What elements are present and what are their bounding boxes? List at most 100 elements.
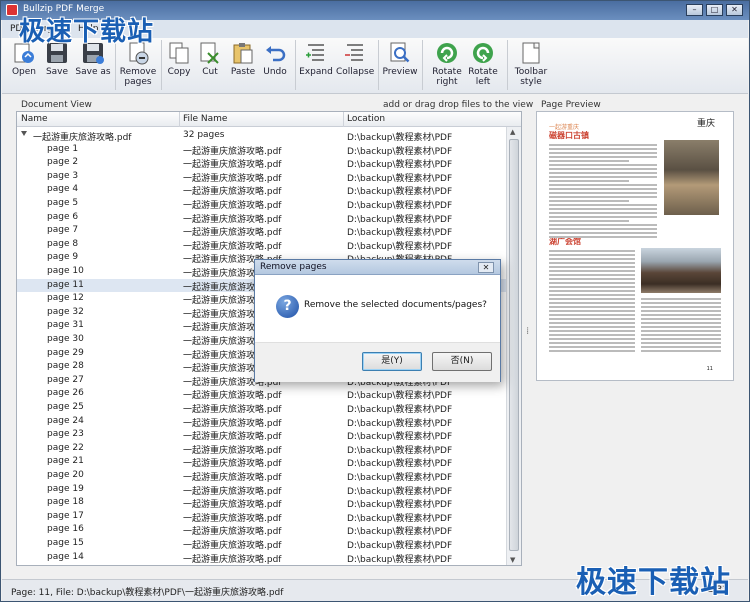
dialog-title-bar: Remove pages ✕ — [255, 260, 500, 275]
scroll-down-arrow[interactable]: ▼ — [510, 556, 515, 564]
preview-text-line — [549, 224, 657, 226]
toolbar-separator — [422, 40, 423, 90]
tree-row-page[interactable]: page 3 一起游重庆旅游攻略.pdf D:\backup\教程素材\PDF — [17, 170, 507, 184]
preview-text-line — [549, 180, 629, 182]
page-file: 一起游重庆旅游攻略.pdf — [183, 160, 282, 171]
page-name: page 11 — [47, 279, 84, 290]
tree-row-page[interactable]: page 18 一起游重庆旅游攻略.pdf D:\backup\教程素材\PDF — [17, 496, 507, 510]
preview-button[interactable]: Preview — [382, 40, 418, 90]
page-file: 一起游重庆旅游攻略.pdf — [183, 486, 282, 497]
tree-row-page[interactable]: page 17 一起游重庆旅游攻略.pdf D:\backup\教程素材\PDF — [17, 510, 507, 524]
preview-text-line — [641, 342, 721, 344]
minimize-button[interactable]: – — [686, 4, 703, 16]
undo-label: Undo — [263, 67, 287, 77]
dialog-close-button[interactable]: ✕ — [478, 262, 494, 273]
column-location[interactable]: Location — [347, 114, 385, 124]
copy-label: Copy — [167, 67, 191, 77]
copy-button[interactable]: Copy — [165, 40, 193, 90]
page-name: page 30 — [47, 334, 84, 344]
page-name: page 5 — [47, 198, 79, 208]
tree-row-page[interactable]: page 15 一起游重庆旅游攻略.pdf D:\backup\教程素材\PDF — [17, 537, 507, 551]
toolbar-style-button[interactable]: Toolbar style — [512, 40, 550, 90]
save-label: Save — [45, 67, 69, 77]
preview-heading: 磁器口古镇 — [549, 131, 589, 140]
preview-text-line — [549, 254, 635, 256]
page-name: page 4 — [47, 184, 79, 195]
preview-text-line — [549, 342, 635, 344]
vertical-scrollbar[interactable]: ▲ ▼ — [506, 127, 521, 565]
undo-button[interactable]: Undo — [261, 40, 289, 90]
preview-text-line — [549, 302, 635, 304]
column-divider[interactable] — [343, 112, 344, 127]
dialog-title: Remove pages — [260, 262, 327, 272]
page-file: 一起游重庆旅游攻略.pdf — [183, 541, 282, 551]
page-name: page 6 — [47, 211, 79, 222]
preview-text-line — [641, 306, 721, 308]
page-file: 一起游重庆旅游攻略.pdf — [183, 228, 282, 239]
tree-row-page[interactable]: page 23 一起游重庆旅游攻略.pdf D:\backup\教程素材\PDF — [17, 428, 507, 442]
page-name: page 15 — [47, 538, 84, 548]
expand-button[interactable]: Expand — [299, 40, 333, 90]
maximize-button[interactable]: □ — [706, 4, 723, 16]
tree-row-page[interactable]: page 25 一起游重庆旅游攻略.pdf D:\backup\教程素材\PDF — [17, 401, 507, 415]
dialog-footer: 是(Y) 否(N) — [255, 342, 500, 382]
preview-text-line — [549, 196, 657, 198]
pane-splitter[interactable]: ⁞ — [526, 326, 529, 337]
scroll-thumb[interactable] — [509, 139, 519, 551]
no-button[interactable]: 否(N) — [432, 352, 492, 371]
tree-row-page[interactable]: page 1 一起游重庆旅游攻略.pdf D:\backup\教程素材\PDF — [17, 143, 507, 157]
tree-row-page[interactable]: page 26 一起游重庆旅游攻略.pdf D:\backup\教程素材\PDF — [17, 387, 507, 401]
preview-text-line — [549, 338, 635, 340]
column-file-name[interactable]: File Name — [183, 114, 227, 124]
page-location: D:\backup\教程素材\PDF — [347, 160, 453, 171]
preview-text-line — [549, 236, 657, 238]
tree-row-page[interactable]: page 4 一起游重庆旅游攻略.pdf D:\backup\教程素材\PDF — [17, 183, 507, 197]
collapse-arrow-icon[interactable] — [21, 131, 27, 136]
tree-row-page[interactable]: page 2 一起游重庆旅游攻略.pdf D:\backup\教程素材\PDF — [17, 156, 507, 170]
page-location: D:\backup\教程素材\PDF — [347, 214, 453, 225]
preview-text-line — [549, 314, 635, 316]
page-file: 一起游重庆旅游攻略.pdf — [183, 418, 282, 429]
toolbar-style-label: Toolbar style — [514, 67, 548, 87]
scroll-up-arrow[interactable]: ▲ — [510, 128, 515, 136]
tree-row-page[interactable]: page 6 一起游重庆旅游攻略.pdf D:\backup\教程素材\PDF — [17, 211, 507, 225]
page-file: 一起游重庆旅游攻略.pdf — [183, 432, 282, 443]
page-file: 一起游重庆旅游攻略.pdf — [183, 214, 282, 225]
collapse-button[interactable]: Collapse — [336, 40, 374, 90]
yes-button[interactable]: 是(Y) — [362, 352, 422, 371]
rotate-right-button[interactable]: Rotate right — [430, 40, 464, 90]
preview-text-line — [641, 310, 721, 312]
rotate-left-button[interactable]: Rotate left — [467, 40, 499, 90]
tree-row-document[interactable]: 一起游重庆旅游攻略.pdf 32 pages D:\backup\教程素材\PDF — [17, 129, 507, 143]
preview-text-line — [641, 314, 721, 316]
preview-text-line — [549, 334, 635, 336]
tree-row-page[interactable]: page 20 一起游重庆旅游攻略.pdf D:\backup\教程素材\PDF — [17, 469, 507, 483]
tree-row-page[interactable]: page 19 一起游重庆旅游攻略.pdf D:\backup\教程素材\PDF — [17, 483, 507, 497]
tree-row-page[interactable]: page 8 一起游重庆旅游攻略.pdf D:\backup\教程素材\PDF — [17, 238, 507, 252]
tree-row-page[interactable]: page 21 一起游重庆旅游攻略.pdf D:\backup\教程素材\PDF — [17, 455, 507, 469]
cut-button[interactable]: Cut — [197, 40, 223, 90]
tree-row-page[interactable]: page 7 一起游重庆旅游攻略.pdf D:\backup\教程素材\PDF — [17, 224, 507, 238]
preview-text-line — [549, 294, 635, 296]
tree-row-page[interactable]: page 14 一起游重庆旅游攻略.pdf D:\backup\教程素材\PDF — [17, 551, 507, 565]
cut-icon — [198, 41, 222, 65]
preview-text-line — [549, 250, 635, 252]
paste-button[interactable]: Paste — [228, 40, 258, 90]
tree-row-page[interactable]: page 16 一起游重庆旅游攻略.pdf D:\backup\教程素材\PDF — [17, 523, 507, 537]
preview-text-line — [641, 322, 721, 324]
page-name: page 31 — [47, 320, 84, 331]
tree-row-page[interactable]: page 24 一起游重庆旅游攻略.pdf D:\backup\教程素材\PDF — [17, 415, 507, 429]
close-button[interactable]: ✕ — [726, 4, 743, 16]
column-name[interactable]: Name — [21, 114, 48, 124]
column-divider[interactable] — [179, 112, 180, 127]
preview-text-line — [549, 322, 635, 324]
preview-text-line — [549, 200, 629, 202]
tree-row-page[interactable]: page 22 一起游重庆旅游攻略.pdf D:\backup\教程素材\PDF — [17, 442, 507, 456]
paste-icon — [231, 41, 255, 65]
page-name: page 10 — [47, 266, 84, 276]
preview-icon — [388, 41, 412, 65]
page-location: D:\backup\教程素材\PDF — [347, 459, 453, 470]
tree-row-page[interactable]: page 5 一起游重庆旅游攻略.pdf D:\backup\教程素材\PDF — [17, 197, 507, 211]
app-icon — [6, 4, 18, 16]
page-name: page 27 — [47, 374, 84, 385]
